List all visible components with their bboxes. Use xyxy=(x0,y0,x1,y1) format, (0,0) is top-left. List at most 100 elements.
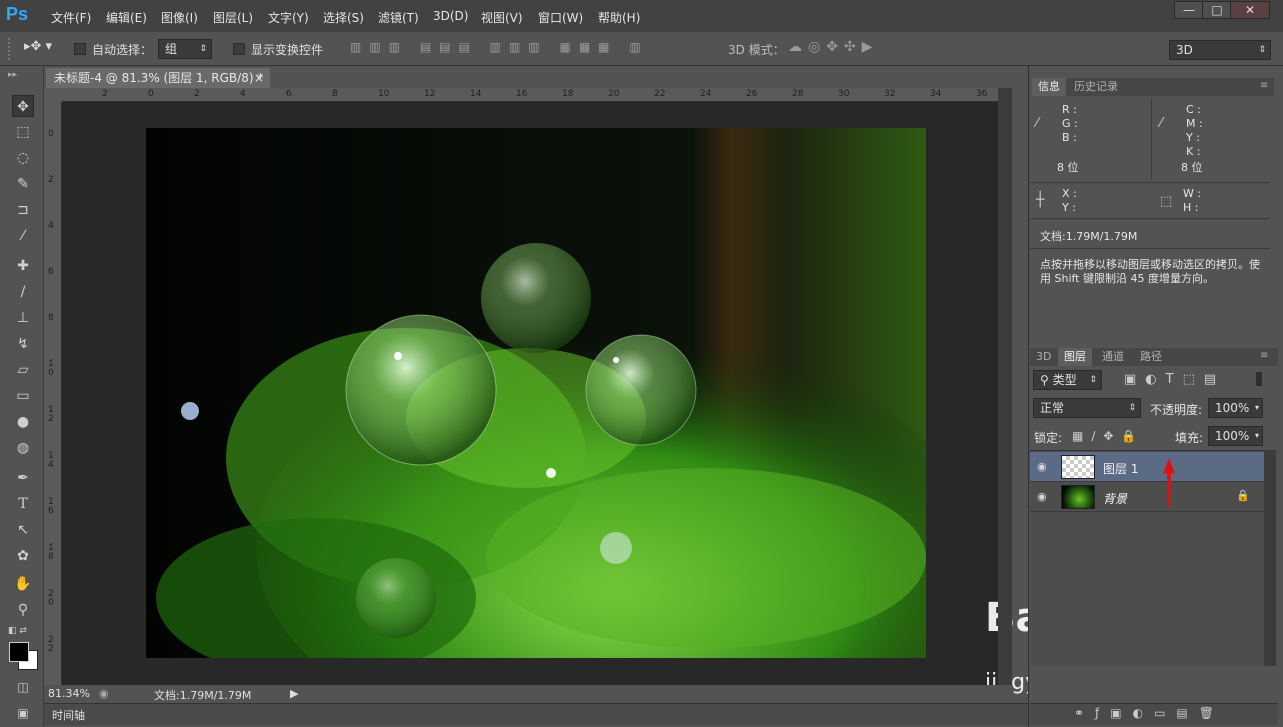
lock-icons[interactable]: ▦∕✥🔒 xyxy=(1072,429,1144,443)
menu-filter[interactable]: 滤镜(T) xyxy=(378,9,419,26)
layers-footer-icons[interactable]: ⚭ƒ▣◐▭▤🗑 xyxy=(1074,706,1225,720)
info-y-coord: Y : xyxy=(1062,201,1076,214)
screen-mode-icon[interactable]: ▣ xyxy=(12,702,34,724)
layer-1-name[interactable]: 图层 1 xyxy=(1103,460,1138,477)
ruler-tick-label: 8 xyxy=(332,89,338,99)
dodge-tool-icon[interactable]: ◍ xyxy=(12,437,34,459)
eyedropper-tool-icon[interactable]: ⁄ xyxy=(12,225,34,247)
auto-select-checkbox[interactable] xyxy=(74,43,86,55)
info-divider xyxy=(1030,248,1270,249)
menu-window[interactable]: 窗口(W) xyxy=(538,9,583,26)
ruler-tick-label: 6 xyxy=(286,89,292,99)
vertical-scrollbar[interactable] xyxy=(998,88,1012,685)
hand-tool-icon[interactable]: ✋ xyxy=(12,573,34,595)
eye-icon[interactable]: ◉ xyxy=(1037,490,1047,503)
panel-grip[interactable] xyxy=(8,38,12,60)
panel-menu-icon[interactable]: ≡ xyxy=(1260,350,1268,361)
default-colors-icon[interactable]: ◧ ⇄ xyxy=(8,626,27,636)
info-y: Y : xyxy=(1186,131,1200,144)
foreground-color-swatch[interactable] xyxy=(9,642,29,662)
document-canvas[interactable] xyxy=(146,128,926,658)
ruler-tick-label: 28 xyxy=(792,89,804,99)
3d-mode-icons[interactable]: ☁◎✥✣▶ xyxy=(788,39,878,55)
minimize-button[interactable]: — xyxy=(1174,1,1204,19)
layer-filter-dropdown[interactable]: ⚲ 类型 ⇕ xyxy=(1033,370,1102,390)
close-tab-icon[interactable]: × xyxy=(254,68,264,88)
marquee-tool-icon[interactable]: ⬚ xyxy=(12,121,34,143)
timeline-label[interactable]: 时间轴 xyxy=(52,707,85,723)
info-b: B : xyxy=(1062,131,1077,144)
selection-size-icon: ⬚ xyxy=(1160,194,1173,209)
info-c: C : xyxy=(1186,103,1201,116)
background-layer-name[interactable]: 背景 xyxy=(1103,490,1127,507)
move-tool-icon[interactable]: ▸✥ ▾ xyxy=(24,39,52,54)
path-select-tool-icon[interactable]: ↖ xyxy=(12,519,34,541)
shape-tool-icon[interactable]: ✿ xyxy=(12,545,34,567)
menu-3d[interactable]: 3D(D) xyxy=(433,9,468,23)
eraser-tool-icon[interactable]: ▱ xyxy=(12,359,34,381)
workspace-value: 3D xyxy=(1176,43,1193,57)
tab-paths[interactable]: 路径 xyxy=(1134,348,1168,366)
opacity-label: 不透明度: xyxy=(1150,403,1203,417)
quick-select-tool-icon[interactable]: ✎ xyxy=(12,173,34,195)
crosshair-icon: ┼ xyxy=(1036,192,1045,208)
ruler-tick-label: 36 xyxy=(976,89,988,99)
auto-select-dropdown[interactable]: 组 ⇕ xyxy=(158,39,212,59)
ruler-horizontal: 2 0 2 4 6 8 10 12 14 16 18 20 22 24 26 28 30 32 34 36 xyxy=(62,88,998,102)
pen-tool-icon[interactable]: ✒ xyxy=(12,467,34,489)
zoom-level[interactable]: 81.34% xyxy=(48,687,90,700)
background-thumbnail xyxy=(1061,485,1095,509)
menu-file[interactable]: 文件(F) xyxy=(51,9,91,26)
close-button[interactable]: ✕ xyxy=(1230,1,1270,19)
ruler-tick-label: 2 xyxy=(48,175,54,185)
stamp-tool-icon[interactable]: ⊥ xyxy=(12,307,34,329)
document-tab-title: 未标题-4 @ 81.3% (图层 1, RGB/8) * xyxy=(54,71,264,85)
menu-help[interactable]: 帮助(H) xyxy=(598,9,640,26)
fill-field[interactable]: 100% ▾ xyxy=(1208,426,1263,446)
maximize-button[interactable]: □ xyxy=(1202,1,1232,19)
tab-history[interactable]: 历史记录 xyxy=(1068,78,1124,96)
document-tab[interactable]: 未标题-4 @ 81.3% (图层 1, RGB/8) * × xyxy=(46,68,270,88)
align-icons-group[interactable]: ▥▥▥ ▤▤▤ ▥▥▥ ▦▦▦ ▥ xyxy=(350,40,649,54)
workspace-dropdown[interactable]: 3D ⇕ xyxy=(1169,40,1271,60)
filter-toggle-switch[interactable] xyxy=(1256,372,1262,386)
history-brush-tool-icon[interactable]: ↯ xyxy=(12,333,34,355)
ruler-tick-label: 12 xyxy=(424,89,436,99)
status-doc-size: 文档:1.79M/1.79M xyxy=(154,689,252,702)
brush-tool-icon[interactable]: ∕ xyxy=(12,281,34,303)
type-tool-icon[interactable]: T xyxy=(12,493,34,515)
panel-menu-icon[interactable]: ≡ xyxy=(1260,80,1268,91)
gradient-tool-icon[interactable]: ▭ xyxy=(12,385,34,407)
lasso-tool-icon[interactable]: ◌ xyxy=(12,147,34,169)
tab-channels[interactable]: 通道 xyxy=(1096,348,1130,366)
menu-layer[interactable]: 图层(L) xyxy=(213,9,253,26)
tab-3d[interactable]: 3D xyxy=(1030,348,1057,366)
opacity-field[interactable]: 100% ▾ xyxy=(1208,398,1263,418)
ruler-tick-label: 8 xyxy=(48,313,54,323)
eye-icon[interactable]: ◉ xyxy=(1037,460,1047,473)
healing-brush-tool-icon[interactable]: ✚ xyxy=(12,255,34,277)
menu-select[interactable]: 选择(S) xyxy=(323,9,364,26)
blur-tool-icon[interactable]: ● xyxy=(12,411,34,433)
tab-info[interactable]: 信息 xyxy=(1032,78,1066,96)
collapse-arrows-icon[interactable]: ▸▸ xyxy=(8,70,17,80)
menu-edit[interactable]: 编辑(E) xyxy=(106,9,147,26)
chevron-updown-icon: ⇕ xyxy=(199,44,207,54)
status-menu-arrow-icon[interactable]: ▶ xyxy=(290,687,298,700)
blend-mode-dropdown[interactable]: 正常 ⇕ xyxy=(1033,398,1141,418)
status-info-icon[interactable]: ◉ xyxy=(99,687,109,700)
quick-mask-icon[interactable]: ◫ xyxy=(12,676,34,698)
crop-tool-icon[interactable]: ⊐ xyxy=(12,199,34,221)
info-g: G : xyxy=(1062,117,1078,130)
timeline-bar[interactable]: 时间轴 xyxy=(44,703,1028,725)
menu-type[interactable]: 文字(Y) xyxy=(268,9,309,26)
menu-view[interactable]: 视图(V) xyxy=(481,9,523,26)
tab-layers[interactable]: 图层 xyxy=(1058,348,1092,366)
layers-scrollbar[interactable] xyxy=(1264,450,1276,666)
zoom-tool-icon[interactable]: ⚲ xyxy=(12,599,34,621)
fill-label: 填充: xyxy=(1175,431,1204,445)
show-transform-checkbox[interactable] xyxy=(233,43,245,55)
menu-image[interactable]: 图像(I) xyxy=(161,9,198,26)
move-tool-icon[interactable]: ✥ xyxy=(12,95,34,117)
layer-filter-icons[interactable]: ▣◐T⬚▤ xyxy=(1124,372,1225,387)
